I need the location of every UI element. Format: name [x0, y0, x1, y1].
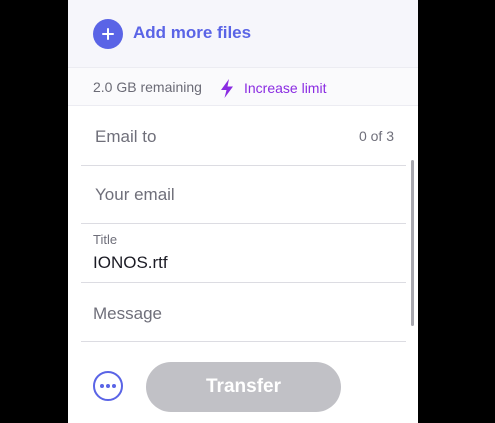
- dot: [112, 384, 116, 388]
- storage-limit-bar: 2.0 GB remaining Increase limit: [68, 67, 418, 106]
- remaining-storage-text: 2.0 GB remaining: [93, 79, 202, 95]
- form-scrollbar[interactable]: [411, 160, 414, 326]
- email-to-placeholder: Email to: [95, 127, 157, 146]
- dot: [106, 384, 110, 388]
- add-more-files-label: Add more files: [133, 23, 252, 42]
- more-options-icon[interactable]: [93, 371, 123, 401]
- lightning-bolt-icon: [221, 79, 233, 98]
- email-to-field[interactable]: Email to 0 of 3: [81, 107, 406, 166]
- title-value: IONOS.rtf: [93, 253, 168, 272]
- title-field[interactable]: Title IONOS.rtf: [81, 224, 406, 283]
- add-more-files-button[interactable]: Add more files: [68, 0, 418, 67]
- your-email-field[interactable]: Your email: [81, 166, 406, 224]
- transfer-panel: Add more files 2.0 GB remaining Increase…: [68, 0, 418, 423]
- action-footer: Transfer: [68, 342, 418, 423]
- title-label: Title: [93, 232, 118, 247]
- recipient-counter: 0 of 3: [358, 128, 394, 144]
- increase-limit-link[interactable]: Increase limit: [244, 80, 326, 96]
- your-email-placeholder: Your email: [95, 185, 175, 204]
- message-placeholder: Message: [93, 304, 162, 323]
- plus-icon: [93, 19, 123, 49]
- transfer-button[interactable]: Transfer: [146, 362, 341, 412]
- message-field[interactable]: Message: [81, 283, 406, 342]
- dot: [100, 384, 104, 388]
